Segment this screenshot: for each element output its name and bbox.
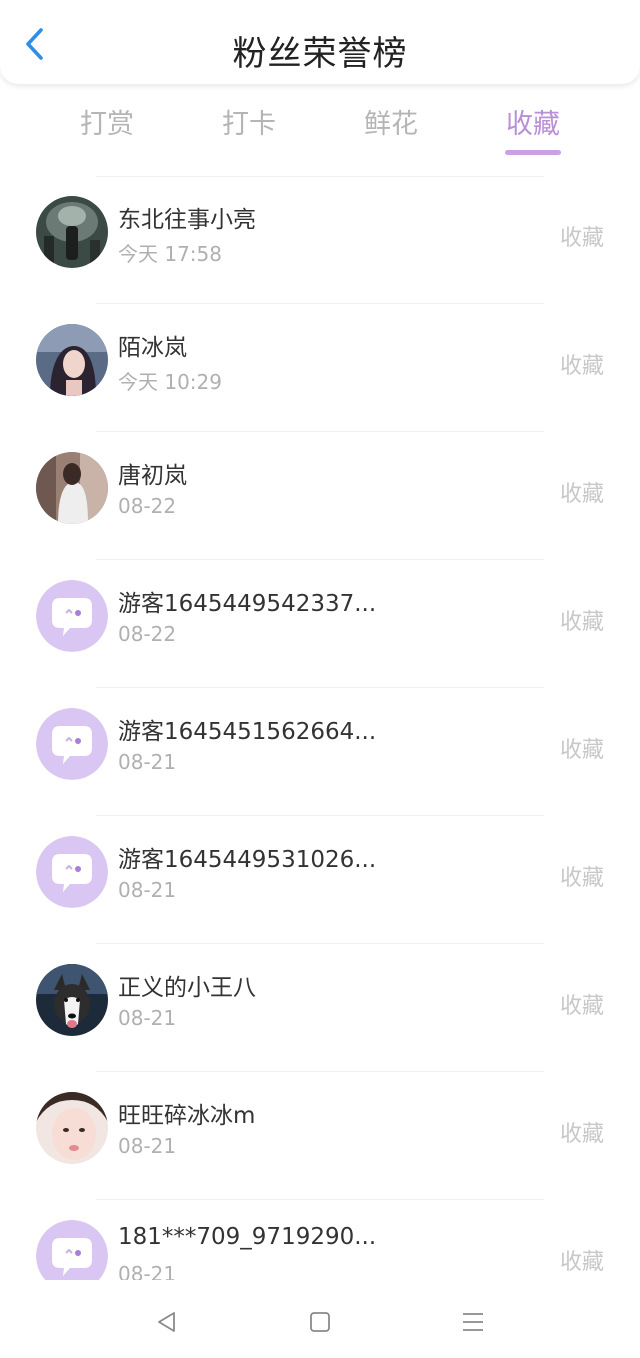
list-item[interactable]: 正义的小王八 08-21 收藏: [0, 944, 640, 1072]
action-label: 收藏: [559, 226, 604, 251]
home-square-icon: [310, 1312, 330, 1332]
fan-list: 东北往事小亮 今天 17:58 收藏 陌冰岚 今天 10:29 收藏 唐初岚 0…: [0, 176, 640, 1280]
list-item[interactable]: 唐初岚 08-22 收藏: [0, 432, 640, 560]
avatar: [36, 196, 108, 268]
fan-name: 陌冰岚: [118, 335, 187, 361]
app-screen: 粉丝荣誉榜 打赏 打卡 鲜花 收藏 东北往事小亮 今天 17:58 收藏 陌冰岚…: [0, 0, 640, 1358]
list-item[interactable]: 游客1645449542337... 08-22 收藏: [0, 560, 640, 688]
nav-home-button[interactable]: [300, 1302, 340, 1342]
fan-name: 游客1645449531026...: [118, 847, 377, 873]
fan-time: 08-21: [118, 1006, 177, 1030]
avatar: [36, 836, 108, 908]
fan-name: 181***709_9719290...: [118, 1224, 377, 1250]
guest-chat-icon: [36, 708, 108, 780]
avatar: [36, 580, 108, 652]
nav-menu-button[interactable]: [453, 1302, 493, 1342]
page-title: 粉丝荣誉榜: [232, 34, 408, 74]
nav-back-button[interactable]: [147, 1302, 187, 1342]
action-label: 收藏: [559, 354, 604, 379]
top-header: 粉丝荣誉榜: [0, 0, 640, 84]
fan-time: 今天 10:29: [118, 370, 222, 394]
fan-time: 08-21: [118, 878, 177, 902]
fan-name: 东北往事小亮: [118, 207, 256, 233]
tab-tip[interactable]: 打赏: [57, 102, 157, 141]
fan-name: 唐初岚: [118, 463, 187, 489]
action-label: 收藏: [559, 1122, 604, 1147]
list-item[interactable]: 陌冰岚 今天 10:29 收藏: [0, 304, 640, 432]
fan-time: 08-22: [118, 622, 177, 646]
list-item[interactable]: 旺旺碎冰冰m 08-21 收藏: [0, 1072, 640, 1200]
avatar: [36, 1220, 108, 1280]
back-triangle-icon: [158, 1312, 175, 1332]
avatar: [36, 324, 108, 396]
fan-time: 08-21: [118, 1262, 177, 1280]
guest-chat-icon: [36, 836, 108, 908]
fan-time: 08-22: [118, 494, 177, 518]
fan-name: 正义的小王八: [118, 975, 256, 1001]
tab-favorites[interactable]: 收藏: [483, 102, 583, 141]
avatar: [36, 1092, 108, 1164]
system-nav-bar: [0, 1282, 640, 1358]
action-label: 收藏: [559, 482, 604, 507]
tab-checkin[interactable]: 打卡: [199, 102, 299, 141]
tab-flowers[interactable]: 鲜花: [341, 102, 441, 141]
action-label: 收藏: [559, 994, 604, 1019]
guest-chat-icon: [36, 1220, 108, 1280]
fan-time: 08-21: [118, 1134, 177, 1158]
avatar: [36, 708, 108, 780]
action-label: 收藏: [559, 866, 604, 891]
fan-time: 今天 17:58: [118, 242, 222, 266]
action-label: 收藏: [559, 610, 604, 635]
action-label: 收藏: [559, 738, 604, 763]
fan-name: 游客1645449542337...: [118, 591, 377, 617]
avatar: [36, 964, 108, 1036]
list-item[interactable]: 东北往事小亮 今天 17:58 收藏: [0, 176, 640, 304]
list-item[interactable]: 游客1645451562664... 08-21 收藏: [0, 688, 640, 816]
guest-chat-icon: [36, 580, 108, 652]
tab-bar: 打赏 打卡 鲜花 收藏: [0, 96, 640, 160]
fan-name: 游客1645451562664...: [118, 719, 377, 745]
list-item[interactable]: 游客1645449531026... 08-21 收藏: [0, 816, 640, 944]
avatar: [36, 452, 108, 524]
fan-name: 旺旺碎冰冰m: [118, 1103, 256, 1129]
active-tab-indicator: [505, 150, 561, 155]
fan-time: 08-21: [118, 750, 177, 774]
menu-lines-icon: [463, 1313, 483, 1331]
list-item[interactable]: 181***709_9719290... 08-21 收藏: [0, 1200, 640, 1280]
action-label: 收藏: [559, 1250, 604, 1275]
